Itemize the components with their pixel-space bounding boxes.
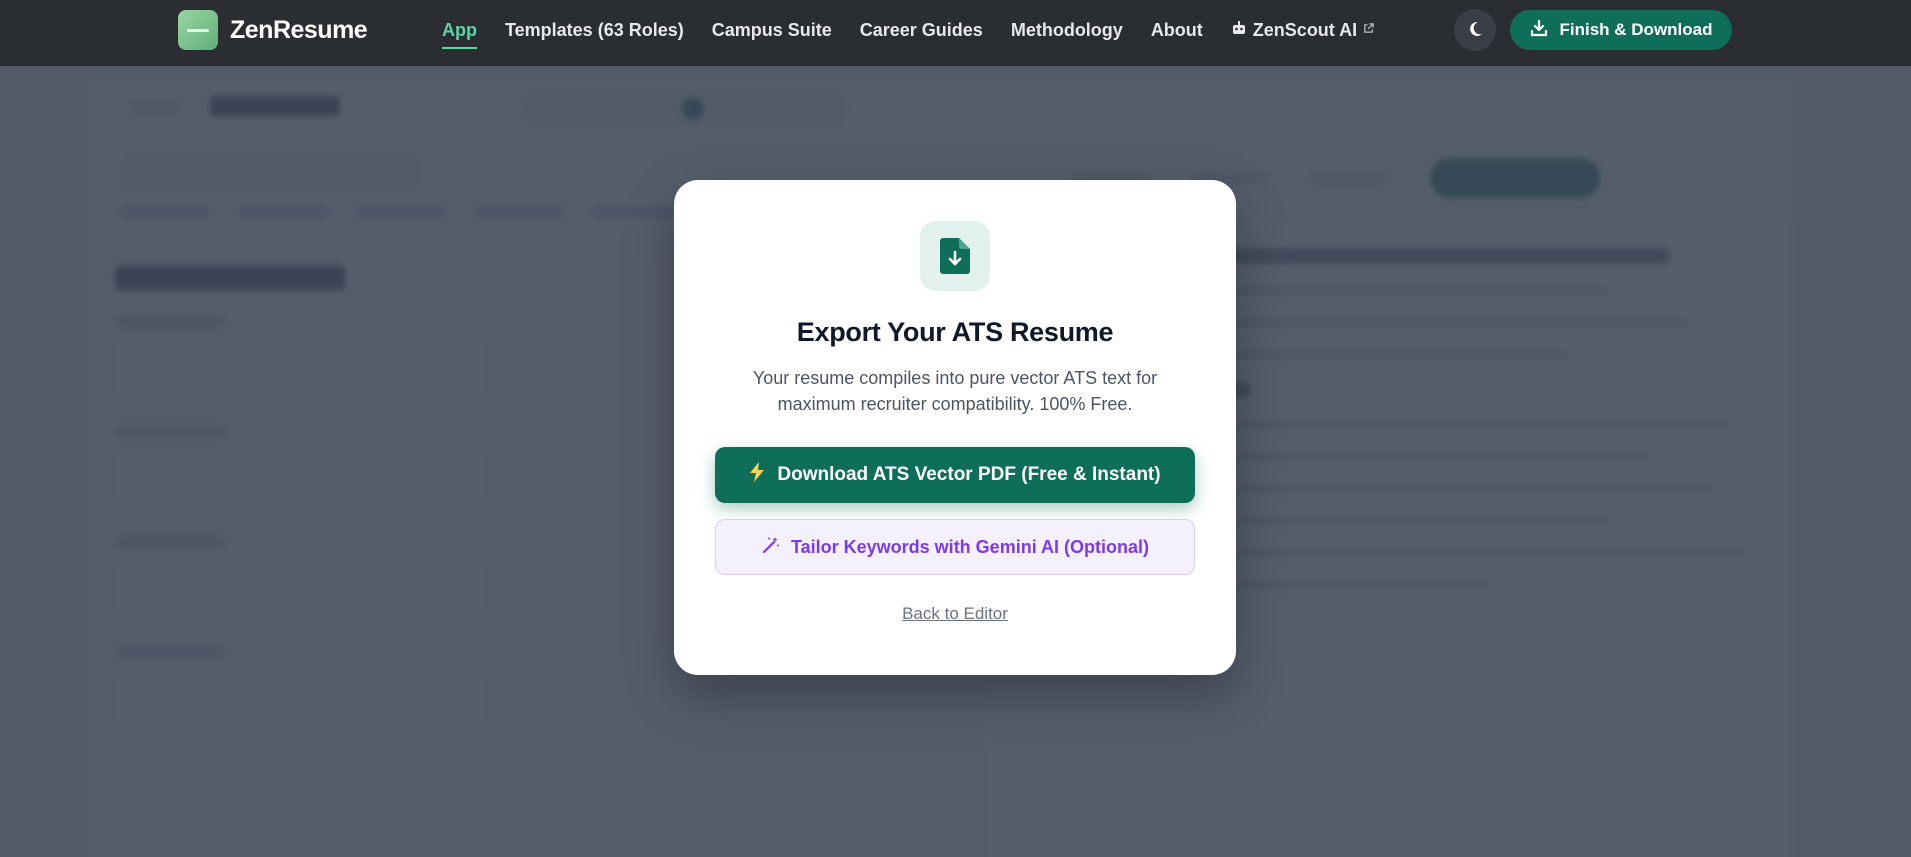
tailor-keywords-label: Tailor Keywords with Gemini AI (Optional… xyxy=(790,536,1150,557)
zenresume-logo-icon xyxy=(178,10,218,50)
tailor-keywords-ai-button[interactable]: Tailor Keywords with Gemini AI (Optional… xyxy=(715,519,1195,575)
nav-item-templates[interactable]: Templates (63 Roles) xyxy=(505,20,684,41)
finish-download-label: Finish & Download xyxy=(1559,20,1713,39)
finish-download-button[interactable]: Finish & Download xyxy=(1510,10,1732,50)
moon-icon xyxy=(1465,19,1485,42)
download-ats-pdf-label: Download ATS Vector PDF (Free & Instant) xyxy=(777,464,1161,485)
download-icon xyxy=(1530,19,1548,42)
magic-wand-icon xyxy=(761,535,781,560)
external-link-icon xyxy=(1363,23,1374,37)
nav-item-methodology[interactable]: Methodology xyxy=(1011,20,1123,41)
export-modal: Export Your ATS Resume Your resume compi… xyxy=(674,180,1236,675)
file-download-icon xyxy=(920,221,990,291)
nav-item-zenscout-label: ZenScout AI xyxy=(1252,19,1358,40)
top-navbar: ZenResume App Templates (63 Roles) Campu… xyxy=(0,0,1911,66)
nav-item-zenscout-ai[interactable]: ZenScout AI xyxy=(1231,20,1374,41)
download-ats-pdf-button[interactable]: Download ATS Vector PDF (Free & Instant) xyxy=(715,447,1195,503)
back-to-editor-link[interactable]: Back to Editor xyxy=(674,604,1236,624)
nav-item-career-guides[interactable]: Career Guides xyxy=(860,20,983,41)
main-nav: App Templates (63 Roles) Campus Suite Ca… xyxy=(442,0,1374,60)
brand-name: ZenResume xyxy=(230,15,368,44)
robot-icon xyxy=(1231,20,1247,40)
brand[interactable]: ZenResume xyxy=(178,10,368,50)
modal-title: Export Your ATS Resume xyxy=(796,317,1114,347)
modal-description: Your resume compiles into pure vector AT… xyxy=(752,368,1158,414)
nav-item-about[interactable]: About xyxy=(1151,20,1203,41)
lightning-icon xyxy=(749,462,765,488)
nav-item-app[interactable]: App xyxy=(442,20,477,49)
theme-toggle-button[interactable] xyxy=(1454,9,1496,51)
nav-item-campus-suite[interactable]: Campus Suite xyxy=(712,20,832,41)
